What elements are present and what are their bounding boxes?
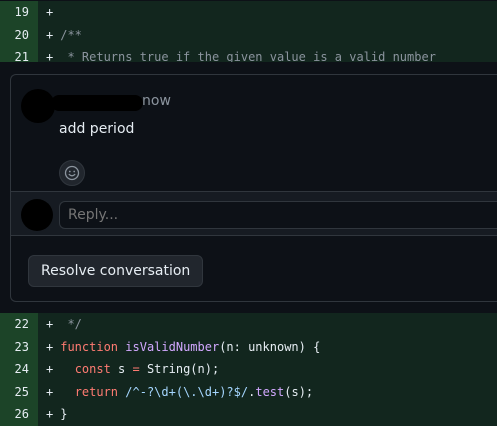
code-token: (n: unknown) { bbox=[219, 339, 321, 354]
diff-line: 26 +} bbox=[0, 403, 497, 426]
diff-sign: + bbox=[46, 317, 54, 332]
code-token: function bbox=[60, 339, 126, 354]
diff-line: 19 + bbox=[0, 1, 497, 24]
code-token: test bbox=[255, 384, 285, 399]
review-thread-container: now add period Resolve conversation bbox=[0, 62, 497, 311]
code-cell[interactable]: + return /^-?\d+(\.\d+)?$/. test (s); bbox=[38, 380, 497, 403]
diff-sign: + bbox=[46, 27, 54, 42]
comment-body: add period bbox=[59, 121, 135, 137]
diff-sign: + bbox=[46, 407, 54, 422]
smiley-icon bbox=[64, 165, 80, 181]
reply-area bbox=[11, 191, 497, 236]
code-cell[interactable]: + function isValidNumber (n: unknown) { bbox=[38, 335, 497, 358]
code-cell[interactable]: + /** bbox=[38, 23, 497, 46]
resolve-conversation-button[interactable]: Resolve conversation bbox=[28, 255, 204, 287]
line-number[interactable]: 25 bbox=[0, 380, 38, 403]
avatar[interactable] bbox=[21, 89, 55, 123]
diff-sign: + bbox=[46, 384, 54, 399]
comment-timestamp[interactable]: now bbox=[142, 93, 171, 109]
reply-avatar bbox=[21, 199, 53, 231]
diff-hunk-bottom: 22 + */23 + function isValidNumber (n: unkno… bbox=[0, 313, 497, 426]
code-token: /^-?\d+(\.\d+)?$/ bbox=[125, 384, 249, 399]
code-cell[interactable]: + */ bbox=[38, 313, 497, 336]
code-token: /** bbox=[60, 27, 82, 42]
code-cell[interactable]: +} bbox=[38, 403, 497, 426]
code-token: const bbox=[74, 362, 111, 377]
diff-hunk-top: 19 +20 +/** 21 + * Returns true if the given… bbox=[0, 1, 497, 69]
add-reaction-button[interactable] bbox=[59, 160, 85, 186]
diff-line: 23 + function isValidNumber (n: unknown) { bbox=[0, 335, 497, 358]
code-token: . bbox=[248, 384, 256, 399]
review-thread: now add period Resolve conversation bbox=[10, 74, 497, 302]
line-number[interactable]: 23 bbox=[0, 335, 38, 358]
diff-line: 22 + */ bbox=[0, 313, 497, 336]
line-number[interactable]: 19 bbox=[0, 1, 38, 24]
code-cell[interactable]: + const s = String(n); bbox=[38, 358, 497, 381]
code-cell[interactable]: + bbox=[38, 1, 497, 24]
diff-line: 25 + return /^-?\d+(\.\d+)?$/. test (s); bbox=[0, 380, 497, 403]
code-token: String(n); bbox=[139, 362, 220, 377]
code-token: */ bbox=[60, 317, 82, 332]
diff-line: 24 + const s = String(n); bbox=[0, 358, 497, 381]
review-comment: now add period bbox=[11, 75, 497, 191]
code-token: (s); bbox=[284, 384, 314, 399]
diff-sign: + bbox=[46, 339, 54, 354]
code-token: = bbox=[132, 362, 140, 377]
reply-input[interactable] bbox=[59, 201, 497, 229]
code-token: isValidNumber bbox=[125, 339, 220, 354]
line-number[interactable]: 26 bbox=[0, 403, 38, 426]
diff-sign: + bbox=[46, 362, 54, 377]
comment-author[interactable] bbox=[51, 95, 143, 111]
line-number[interactable]: 20 bbox=[0, 23, 38, 46]
line-number[interactable]: 24 bbox=[0, 358, 38, 381]
diff-line: 20 + /** bbox=[0, 23, 497, 46]
code-token: s bbox=[110, 362, 133, 377]
code-token: return bbox=[74, 384, 119, 399]
line-number[interactable]: 22 bbox=[0, 313, 38, 336]
code-token: } bbox=[60, 407, 68, 422]
diff-sign: + bbox=[46, 5, 54, 20]
